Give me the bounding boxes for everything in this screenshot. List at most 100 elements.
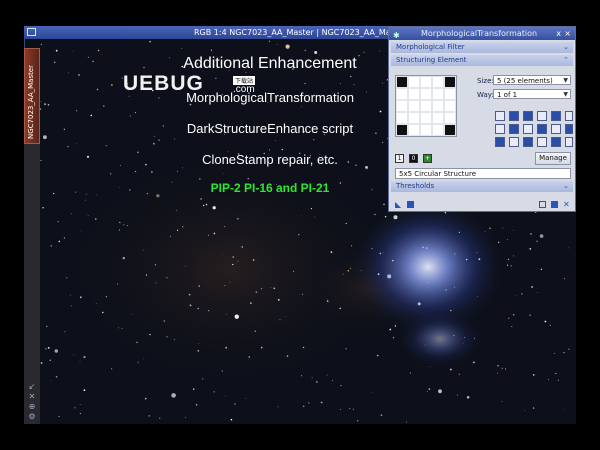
- tool-titlebar[interactable]: ✱ MorphologicalTransformation x ×: [389, 27, 575, 40]
- shape-button[interactable]: [523, 124, 533, 134]
- shape-button[interactable]: [523, 137, 533, 147]
- structure-cell[interactable]: [432, 88, 444, 100]
- reset-icon[interactable]: ✕: [563, 201, 570, 209]
- shape-button[interactable]: [509, 111, 519, 121]
- star: [382, 141, 384, 143]
- structure-cell[interactable]: [408, 76, 420, 88]
- structure-cell[interactable]: [396, 76, 408, 88]
- shape-button[interactable]: [551, 111, 561, 121]
- shape-button[interactable]: [537, 124, 547, 134]
- view-tab[interactable]: NGC7023_AA_Master: [24, 48, 40, 144]
- structure-cell[interactable]: [420, 76, 432, 88]
- apply-global-icon[interactable]: [551, 201, 558, 208]
- structure-cell[interactable]: [396, 100, 408, 112]
- shape-button[interactable]: [495, 137, 505, 147]
- structure-cell[interactable]: [396, 112, 408, 124]
- structure-cell[interactable]: [408, 88, 420, 100]
- shape-button[interactable]: [565, 137, 573, 147]
- chevron-down-icon[interactable]: ⌄: [563, 181, 569, 192]
- star: [540, 268, 542, 270]
- star: [430, 366, 431, 368]
- set-zero-button[interactable]: 0: [409, 154, 418, 163]
- star: [521, 293, 523, 295]
- preview-icon[interactable]: [539, 201, 546, 208]
- zoom-icon[interactable]: ⊕: [28, 403, 36, 411]
- manage-button[interactable]: Manage: [535, 152, 571, 165]
- chevron-down-icon[interactable]: ⌄: [563, 42, 569, 53]
- star: [87, 215, 89, 217]
- image-window-titlebar[interactable]: RGB 1:4 NGC7023_AA_Master | NGC7023_AA_M…: [24, 26, 392, 39]
- star: [148, 415, 150, 417]
- star: [476, 252, 478, 254]
- shade-button[interactable]: x: [556, 27, 561, 40]
- star: [409, 372, 411, 374]
- structure-cell[interactable]: [444, 76, 456, 88]
- star: [489, 227, 491, 230]
- window-menu-icon[interactable]: [27, 28, 36, 36]
- structure-cell[interactable]: [432, 124, 444, 136]
- shrink-icon[interactable]: ✕: [28, 393, 36, 401]
- morphological-transformation-window[interactable]: ✱ MorphologicalTransformation x × Morpho…: [388, 26, 576, 212]
- close-button[interactable]: ×: [564, 27, 571, 40]
- structure-cell[interactable]: [420, 88, 432, 100]
- structure-cell[interactable]: [408, 100, 420, 112]
- dropdown-arrow-icon: ▼: [563, 77, 568, 84]
- star: [197, 350, 200, 352]
- structure-name-field[interactable]: 5x5 Circular Structure: [395, 168, 571, 179]
- shape-button[interactable]: [551, 124, 561, 134]
- shape-button[interactable]: [565, 124, 573, 134]
- structure-cell[interactable]: [444, 88, 456, 100]
- star: [117, 283, 119, 285]
- chevron-up-icon[interactable]: ⌃: [563, 55, 569, 66]
- set-one-button[interactable]: 1: [395, 154, 404, 163]
- structure-cell[interactable]: [420, 112, 432, 124]
- structure-cell[interactable]: [444, 112, 456, 124]
- star: [300, 106, 302, 108]
- star: [98, 109, 99, 110]
- apply-icon[interactable]: [407, 201, 414, 208]
- shape-button[interactable]: [509, 124, 519, 134]
- structure-cell[interactable]: [420, 100, 432, 112]
- structure-cell[interactable]: [444, 100, 456, 112]
- shape-button[interactable]: [495, 124, 505, 134]
- process-icon[interactable]: ✱: [393, 29, 400, 42]
- star: [276, 44, 278, 45]
- settings-icon[interactable]: ⚙: [28, 413, 36, 421]
- section-morphological-filter[interactable]: Morphological Filter ⌄: [391, 42, 573, 53]
- star: [450, 368, 452, 371]
- shape-button[interactable]: [551, 137, 561, 147]
- structure-cell[interactable]: [444, 124, 456, 136]
- size-select[interactable]: 5 (25 elements) ▼: [493, 75, 571, 85]
- shape-button[interactable]: [523, 111, 533, 121]
- new-instance-icon[interactable]: ◣: [395, 201, 402, 209]
- shape-button[interactable]: [537, 111, 547, 121]
- structure-cell[interactable]: [420, 124, 432, 136]
- star: [76, 110, 78, 112]
- star: [232, 256, 234, 258]
- star: [513, 314, 515, 316]
- structure-cell[interactable]: [408, 112, 420, 124]
- structure-cell[interactable]: [408, 124, 420, 136]
- star: [394, 325, 397, 327]
- way-select[interactable]: 1 of 1 ▼: [493, 89, 571, 99]
- structure-cell[interactable]: [396, 124, 408, 136]
- view-tab-label: NGC7023_AA_Master: [27, 64, 35, 139]
- section-thresholds[interactable]: Thresholds ⌄: [391, 181, 573, 192]
- shape-button[interactable]: [565, 111, 573, 121]
- structure-cell[interactable]: [432, 100, 444, 112]
- add-button[interactable]: +: [423, 154, 432, 163]
- section-structuring-element[interactable]: Structuring Element ⌃: [391, 55, 573, 66]
- arrow-icon[interactable]: ↙: [28, 383, 36, 391]
- structure-cell[interactable]: [396, 88, 408, 100]
- structure-cell[interactable]: [432, 112, 444, 124]
- structure-grid[interactable]: [395, 75, 457, 137]
- shape-button[interactable]: [509, 137, 519, 147]
- star: [58, 240, 61, 243]
- star: [212, 206, 216, 210]
- star: [326, 300, 329, 303]
- shape-button[interactable]: [537, 137, 547, 147]
- shape-button[interactable]: [495, 111, 505, 121]
- structure-cell[interactable]: [432, 76, 444, 88]
- star: [428, 388, 431, 390]
- star: [142, 249, 144, 251]
